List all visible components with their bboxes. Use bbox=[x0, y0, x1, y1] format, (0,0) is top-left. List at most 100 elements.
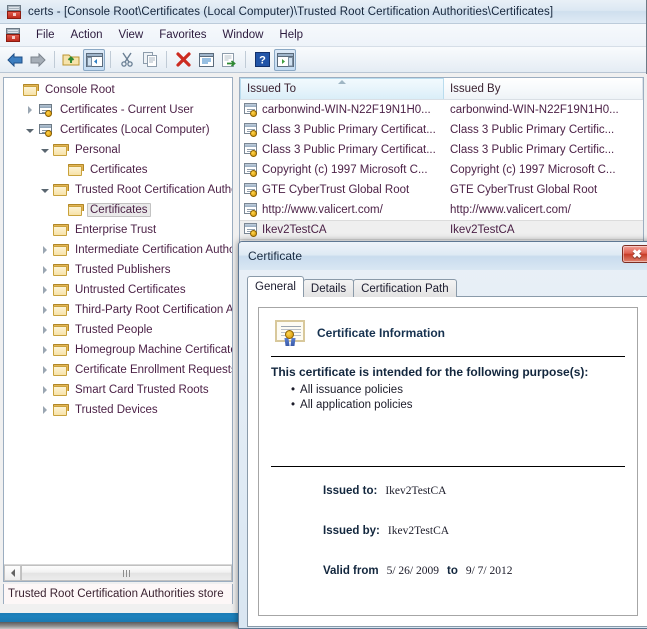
window-title: certs - [Console Root\Certificates (Loca… bbox=[28, 5, 554, 18]
table-row[interactable]: Class 3 Public Primary Certificat... Clas… bbox=[240, 120, 643, 140]
tree-item[interactable]: Certificate Enrollment Requests bbox=[4, 360, 232, 380]
field-issued-by: Issued by: Ikev2TestCA bbox=[271, 525, 625, 537]
column-header-issued-by[interactable]: Issued By bbox=[443, 78, 643, 99]
tree-item-label: Certificates bbox=[90, 164, 148, 176]
tree-status-text: Trusted Root Certification Authorities s… bbox=[3, 584, 233, 604]
menu-item-favorites[interactable]: Favorites bbox=[151, 27, 214, 43]
tree-item[interactable]: Homegroup Machine Certificates bbox=[4, 340, 232, 360]
tree-item[interactable]: Certificates (Local Computer) bbox=[4, 120, 232, 140]
certificate-information-card: Certificate Information This certificate… bbox=[258, 307, 638, 616]
close-icon[interactable]: ✖ bbox=[622, 245, 647, 263]
tab-general[interactable]: General bbox=[247, 276, 304, 297]
copy-icon[interactable] bbox=[139, 49, 161, 71]
tree-item[interactable]: Third-Party Root Certification Authoriti… bbox=[4, 300, 232, 320]
export-list-icon[interactable] bbox=[218, 49, 240, 71]
tree-item-label: Personal bbox=[75, 144, 121, 156]
tree-item[interactable]: Intermediate Certification Authorities bbox=[4, 240, 232, 260]
menu-item-action[interactable]: Action bbox=[63, 27, 111, 43]
column-header-issued-to[interactable]: Issued To bbox=[240, 78, 444, 99]
properties-icon[interactable] bbox=[195, 49, 217, 71]
tab-panel-general: Certificate Information This certificate… bbox=[247, 296, 647, 627]
chevron-right-icon[interactable] bbox=[38, 323, 52, 337]
tab-details[interactable]: Details bbox=[302, 279, 355, 297]
certificate-icon bbox=[243, 223, 259, 237]
sort-ascending-icon bbox=[337, 80, 346, 84]
menu-item-view[interactable]: View bbox=[111, 27, 152, 43]
table-row[interactable]: GTE CyberTrust Global Root GTE CyberTrust… bbox=[240, 180, 643, 200]
scrollbar-thumb[interactable] bbox=[21, 565, 232, 581]
table-row[interactable]: Class 3 Public Primary Certificat... Clas… bbox=[240, 140, 643, 160]
cut-icon[interactable] bbox=[116, 49, 138, 71]
tree-item[interactable]: Trusted Devices bbox=[4, 400, 232, 420]
back-icon[interactable] bbox=[4, 49, 26, 71]
fields-divider bbox=[271, 466, 625, 467]
window-titlebar: certs - [Console Root\Certificates (Loca… bbox=[0, 0, 646, 24]
toolbar-separator bbox=[110, 51, 111, 68]
help-icon[interactable]: ? bbox=[251, 49, 273, 71]
chevron-right-icon[interactable] bbox=[38, 283, 52, 297]
show-hide-console-tree-icon[interactable] bbox=[83, 48, 105, 71]
column-header-issued-to-label: Issued To bbox=[247, 83, 297, 95]
tree-item[interactable]: Smart Card Trusted Roots bbox=[4, 380, 232, 400]
chevron-right-icon[interactable] bbox=[38, 243, 52, 257]
tree-item[interactable]: Trusted People bbox=[4, 320, 232, 340]
folder-icon bbox=[52, 323, 69, 337]
cell-issued-to: Ikev2TestCA bbox=[240, 223, 444, 237]
chevron-right-icon[interactable] bbox=[38, 343, 52, 357]
table-row[interactable]: Copyright (c) 1997 Microsoft C... Copyrig… bbox=[240, 160, 643, 180]
chevron-right-icon[interactable] bbox=[38, 303, 52, 317]
scroll-left-button[interactable] bbox=[4, 565, 21, 581]
cell-issued-by: Copyright (c) 1997 Microsoft C... bbox=[449, 164, 616, 176]
delete-icon[interactable] bbox=[172, 49, 194, 71]
chevron-right-icon[interactable] bbox=[38, 263, 52, 277]
cell-issued-to: Class 3 Public Primary Certificat... bbox=[240, 143, 444, 157]
chevron-right-icon[interactable] bbox=[38, 383, 52, 397]
tree-item[interactable]: Console Root bbox=[4, 80, 232, 100]
column-header-issued-by-label: Issued By bbox=[449, 82, 501, 95]
table-row[interactable]: Ikev2TestCA Ikev2TestCA bbox=[240, 220, 643, 240]
chevron-right-icon[interactable] bbox=[38, 363, 52, 377]
system-menu-icon[interactable] bbox=[5, 27, 21, 43]
chevron-down-icon[interactable] bbox=[38, 143, 52, 157]
chevron-down-icon[interactable] bbox=[23, 123, 37, 137]
certificate-dialog: Certificate ✖ General Details Certificat… bbox=[238, 241, 647, 629]
forward-icon[interactable] bbox=[27, 49, 49, 71]
menu-item-help[interactable]: Help bbox=[271, 27, 311, 43]
field-valid-separator: to bbox=[447, 565, 458, 577]
certificate-icon bbox=[243, 183, 259, 197]
console-tree[interactable]: Console Root Certificates - Current User C… bbox=[4, 78, 232, 564]
tree-item[interactable]: Trusted Publishers bbox=[4, 260, 232, 280]
cell-issued-by: carbonwind-WIN-N22F19N1H0... bbox=[449, 104, 619, 116]
dialog-titlebar: Certificate ✖ bbox=[239, 242, 647, 270]
toolbar-separator bbox=[166, 51, 167, 68]
folder-icon bbox=[52, 143, 69, 157]
chevron-right-icon[interactable] bbox=[38, 403, 52, 417]
menu-item-file[interactable]: File bbox=[28, 27, 63, 43]
certificate-fields: Issued to: Ikev2TestCA Issued by: Ikev2T… bbox=[271, 466, 625, 603]
table-row[interactable]: http://www.valicert.com/http://www.valic… bbox=[240, 200, 643, 220]
tree-item-label: Certificates bbox=[87, 203, 151, 217]
folder-icon bbox=[67, 163, 84, 177]
tree-item[interactable]: Certificates bbox=[4, 200, 232, 220]
tree-item[interactable]: Enterprise Trust bbox=[4, 220, 232, 240]
show-action-pane-icon[interactable] bbox=[274, 48, 296, 71]
tree-item[interactable]: Certificates bbox=[4, 160, 232, 180]
cell-issued-to-label: Class 3 Public Primary Certificat... bbox=[262, 124, 436, 136]
tree-item[interactable]: Trusted Root Certification Authorities bbox=[4, 180, 232, 200]
tree-item-label: Untrusted Certificates bbox=[75, 284, 186, 296]
tree-item[interactable]: Personal bbox=[4, 140, 232, 160]
chevron-right-icon[interactable] bbox=[23, 103, 37, 117]
table-row[interactable]: carbonwind-WIN-N22F19N1H0... carbonwind-W… bbox=[240, 100, 643, 120]
menu-item-window[interactable]: Window bbox=[215, 27, 272, 43]
certificate-icon bbox=[243, 103, 259, 117]
tree-item[interactable]: Certificates - Current User bbox=[4, 100, 232, 120]
tree-horizontal-scrollbar[interactable] bbox=[4, 564, 232, 581]
chevron-down-icon[interactable] bbox=[38, 183, 52, 197]
up-folder-icon[interactable] bbox=[60, 49, 82, 71]
tree-item[interactable]: Untrusted Certificates bbox=[4, 280, 232, 300]
tree-item-label: Homegroup Machine Certificates bbox=[75, 344, 232, 356]
cell-issued-to: Class 3 Public Primary Certificat... bbox=[240, 123, 444, 137]
field-issued-to: Issued to: Ikev2TestCA bbox=[271, 485, 625, 497]
tab-certification-path[interactable]: Certification Path bbox=[353, 279, 457, 297]
